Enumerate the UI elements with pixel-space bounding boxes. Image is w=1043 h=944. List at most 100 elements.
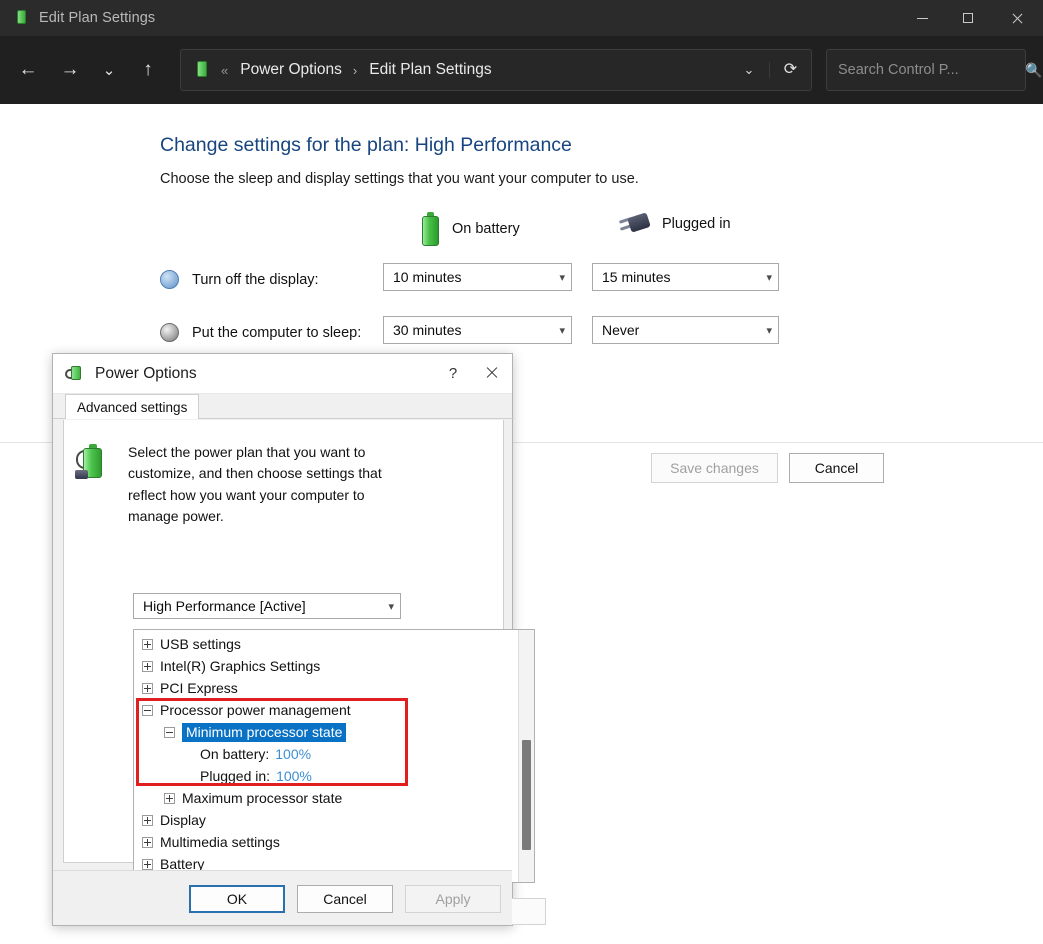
minimize-icon (916, 17, 928, 19)
tab-advanced-settings[interactable]: Advanced settings (65, 394, 200, 419)
plan-select[interactable]: High Performance [Active] ▾ (133, 593, 401, 619)
tree-item-label: USB settings (160, 636, 241, 652)
close-icon (485, 366, 498, 379)
setting-row-display: Turn off the display: (160, 270, 319, 289)
collapse-icon[interactable] (164, 726, 175, 738)
column-header-plugged-in: Plugged in (618, 212, 731, 236)
selected-value: 30 minutes (393, 322, 462, 338)
dialog-intro: Select the power plan that you want to c… (74, 442, 418, 527)
dialog-close-button[interactable] (470, 366, 512, 382)
recent-locations-button[interactable]: ⌄ (94, 53, 124, 87)
sleep-icon (160, 323, 179, 342)
power-plan-icon (74, 442, 114, 486)
address-bar-actions: ⌄ ⟳ (729, 62, 811, 78)
expand-icon[interactable] (142, 638, 153, 650)
setting-label: Put the computer to sleep: (192, 324, 362, 341)
display-on-battery-select[interactable]: 10 minutes ▾ (383, 263, 572, 291)
page-subtitle: Choose the sleep and display settings th… (160, 171, 639, 187)
dialog-tabstrip: Advanced settings (53, 394, 514, 419)
tree-item-label: Maximum processor state (182, 790, 343, 806)
power-plan-icon (12, 9, 30, 27)
selected-value: 10 minutes (393, 269, 462, 285)
back-button[interactable]: ← (10, 53, 46, 87)
tree-item-label: Display (160, 812, 206, 828)
refresh-icon[interactable]: ⟳ (769, 62, 811, 78)
tree-item-label: Processor power management (160, 702, 351, 718)
tree-value-plugged-in[interactable]: Plugged in: 100% (134, 765, 514, 787)
dialog-intro-text: Select the power plan that you want to c… (128, 444, 382, 524)
sleep-on-battery-select[interactable]: 30 minutes ▾ (383, 316, 572, 344)
dialog-titlebar: Power Options ? (53, 354, 512, 394)
tree-item-display[interactable]: Display (134, 809, 514, 831)
display-plugged-in-select[interactable]: 15 minutes ▾ (592, 263, 779, 291)
tree-value-label: On battery: (200, 746, 270, 762)
chevron-down-icon: ▾ (559, 324, 565, 337)
expand-icon[interactable] (142, 858, 153, 870)
tree-value-number[interactable]: 100% (275, 746, 311, 762)
tree-item-label: PCI Express (160, 680, 238, 696)
collapse-icon[interactable] (142, 704, 153, 716)
selected-value: 15 minutes (602, 269, 671, 285)
tree-item-processor-power-management[interactable]: Processor power management (134, 699, 514, 721)
search-icon: 🔍 (1025, 61, 1043, 78)
column-label: On battery (452, 221, 520, 237)
tree-value-on-battery[interactable]: On battery: 100% (134, 743, 514, 765)
search-input[interactable] (838, 62, 1025, 78)
column-header-on-battery: On battery (420, 212, 520, 246)
address-bar[interactable]: « Power Options › Edit Plan Settings ⌄ ⟳ (180, 49, 812, 91)
chevron-down-icon: ▾ (388, 600, 394, 613)
dialog-footer: OK Cancel Apply (53, 870, 512, 925)
minimize-button[interactable] (899, 0, 945, 36)
expand-icon[interactable] (142, 682, 153, 694)
power-plug-icon (618, 212, 651, 236)
tree-value-label: Plugged in: (200, 768, 271, 784)
expand-icon[interactable] (142, 814, 153, 826)
page-title: Change settings for the plan: High Perfo… (160, 134, 572, 156)
scrollbar-thumb[interactable] (522, 740, 531, 850)
column-label: Plugged in (662, 216, 731, 232)
dialog-cancel-button[interactable]: Cancel (297, 885, 393, 913)
tree-item-pci-express[interactable]: PCI Express (134, 677, 514, 699)
chevron-down-icon[interactable]: ⌄ (729, 62, 769, 78)
edit-plan-settings-window: Edit Plan Settings ← → ⌄ ↑ « Power Optio… (0, 0, 1043, 944)
tree-item-maximum-processor-state[interactable]: Maximum processor state (134, 787, 514, 809)
tree-item-intel-graphics-settings[interactable]: Intel(R) Graphics Settings (134, 655, 514, 677)
expand-icon[interactable] (142, 660, 153, 672)
expand-icon[interactable] (142, 836, 153, 848)
search-box[interactable]: 🔍 (826, 49, 1042, 91)
close-button[interactable] (991, 0, 1043, 36)
power-options-icon (192, 60, 212, 80)
battery-icon (420, 212, 441, 246)
maximize-button[interactable] (945, 0, 991, 36)
expand-icon[interactable] (164, 792, 175, 804)
window-titlebar: Edit Plan Settings (0, 0, 1043, 36)
up-button[interactable]: ↑ (130, 53, 166, 87)
chevron-down-icon: ▾ (559, 271, 565, 284)
setting-row-sleep: Put the computer to sleep: (160, 323, 361, 342)
ok-button[interactable]: OK (189, 885, 285, 913)
power-options-dialog: Power Options ? Advanced settings Select… (52, 353, 546, 926)
display-icon (160, 270, 179, 289)
chevron-down-icon: ▾ (766, 324, 772, 337)
chevron-right-icon: › (352, 62, 358, 78)
window-controls (899, 0, 1043, 36)
tree-item-minimum-processor-state[interactable]: Minimum processor state (134, 721, 514, 743)
advanced-settings-tree[interactable]: USB settings Intel(R) Graphics Settings … (133, 629, 535, 883)
window-title: Edit Plan Settings (39, 10, 156, 26)
sleep-plugged-in-select[interactable]: Never ▾ (592, 316, 779, 344)
apply-button[interactable]: Apply (405, 885, 501, 913)
setting-label: Turn off the display: (192, 271, 319, 288)
cancel-button[interactable]: Cancel (789, 453, 884, 483)
tree-item-usb-settings[interactable]: USB settings (134, 633, 514, 655)
breadcrumb-item-power-options[interactable]: Power Options (240, 61, 342, 79)
save-changes-button[interactable]: Save changes (651, 453, 778, 483)
tree-value-number[interactable]: 100% (276, 768, 312, 784)
tree-item-multimedia-settings[interactable]: Multimedia settings (134, 831, 514, 853)
breadcrumb-overflow-icon[interactable]: « (221, 63, 228, 78)
power-options-icon (65, 364, 85, 384)
tree-items: USB settings Intel(R) Graphics Settings … (134, 633, 514, 875)
tree-scrollbar[interactable] (518, 630, 534, 882)
help-button[interactable]: ? (436, 365, 470, 382)
breadcrumb-item-edit-plan-settings[interactable]: Edit Plan Settings (369, 61, 491, 79)
forward-button[interactable]: → (52, 53, 88, 87)
